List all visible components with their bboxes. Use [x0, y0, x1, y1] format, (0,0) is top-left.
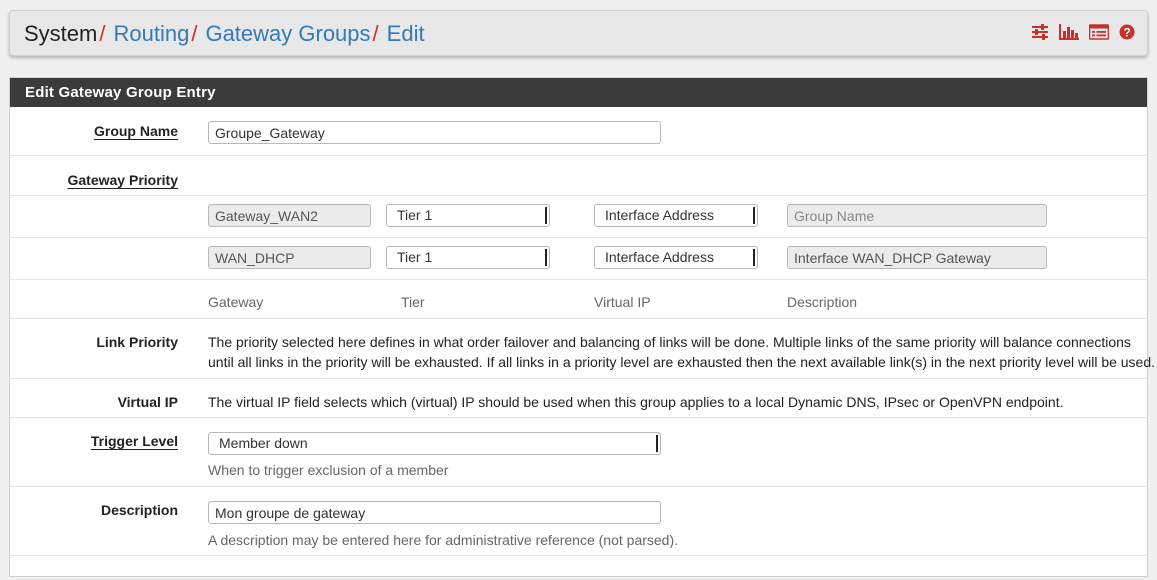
virtual-ip-select[interactable]: Interface Address: [594, 204, 758, 227]
virtual-ip-select-value: Interface Address: [605, 207, 714, 223]
link-priority-text-line1: The priority selected here defines in wh…: [208, 334, 1131, 350]
sliders-icon[interactable]: [1031, 24, 1049, 40]
trigger-level-select-value: Member down: [219, 435, 308, 451]
link-priority-row: Link Priority The priority selected here…: [10, 319, 1156, 379]
svg-text:?: ?: [1123, 26, 1130, 40]
chevron-updown-icon: [753, 249, 755, 266]
trigger-level-label: Trigger Level: [90, 433, 178, 449]
gateway-description-field: [787, 246, 1047, 269]
breadcrumb-bar: System/Routing/Gateway Groups/Edit ?: [9, 10, 1148, 56]
chevron-updown-icon: [656, 435, 658, 452]
breadcrumb-separator: /: [191, 21, 198, 46]
header-icons: ?: [1031, 24, 1135, 40]
column-header-virtual-ip: Virtual IP: [594, 294, 651, 310]
link-priority-label: Link Priority: [96, 334, 178, 350]
tier-select[interactable]: Tier 1: [386, 204, 550, 227]
tier-select[interactable]: Tier 1: [386, 246, 550, 269]
description-input[interactable]: [208, 501, 661, 524]
group-name-label: Group Name: [93, 123, 178, 139]
breadcrumb: System/Routing/Gateway Groups/Edit: [24, 21, 425, 47]
virtual-ip-text: The virtual IP field selects which (virt…: [208, 394, 1064, 410]
panel-title: Edit Gateway Group Entry: [10, 78, 1147, 107]
gateway-name-field: [208, 246, 371, 269]
trigger-level-row: Trigger Level Member down When to trigge…: [10, 418, 1147, 487]
breadcrumb-gateway-groups-link[interactable]: Gateway Groups: [205, 21, 370, 46]
virtual-ip-row: Virtual IP The virtual IP field selects …: [10, 379, 1147, 418]
column-header-gateway: Gateway: [208, 294, 264, 310]
gateway-description-field: [787, 204, 1047, 227]
breadcrumb-separator: /: [99, 21, 106, 46]
bar-chart-icon[interactable]: [1059, 24, 1079, 40]
virtual-ip-label: Virtual IP: [117, 394, 178, 410]
edit-gateway-group-panel: Edit Gateway Group Entry Group Name Gate…: [9, 77, 1156, 577]
breadcrumb-system: System: [24, 21, 98, 46]
group-name-input[interactable]: [208, 121, 661, 144]
chevron-updown-icon: [545, 249, 547, 266]
virtual-ip-select[interactable]: Interface Address: [594, 246, 758, 269]
breadcrumb-separator: /: [372, 21, 379, 46]
trigger-level-help: When to trigger exclusion of a member: [208, 462, 449, 478]
tier-select-value: Tier 1: [397, 249, 433, 265]
description-label: Description: [100, 502, 178, 518]
description-row: Description A description may be entered…: [10, 487, 1147, 556]
chevron-updown-icon: [753, 207, 755, 224]
gateway-priority-header-row: Gateway Priority: [10, 156, 1147, 196]
description-help: A description may be entered here for ad…: [208, 532, 679, 548]
virtual-ip-select-value: Interface Address: [605, 249, 714, 265]
chevron-updown-icon: [545, 207, 547, 224]
link-priority-text-line2: until all links in the priority will be …: [208, 354, 1156, 370]
column-header-description: Description: [787, 294, 858, 310]
trigger-level-select[interactable]: Member down: [208, 432, 661, 455]
tier-select-value: Tier 1: [397, 207, 433, 223]
gateway-priority-row: Tier 1 Interface Address: [10, 196, 1147, 238]
list-icon[interactable]: [1089, 24, 1109, 40]
breadcrumb-edit-link[interactable]: Edit: [387, 21, 425, 46]
breadcrumb-routing-link[interactable]: Routing: [113, 21, 189, 46]
gateway-columns-row: Gateway Tier Virtual IP Description: [10, 280, 1147, 319]
group-name-row: Group Name: [10, 107, 1147, 156]
gateway-name-field: [208, 204, 371, 227]
help-icon[interactable]: ?: [1119, 24, 1135, 40]
gateway-priority-label: Gateway Priority: [67, 172, 179, 188]
column-header-tier: Tier: [401, 294, 425, 310]
gateway-priority-row: Tier 1 Interface Address: [10, 238, 1147, 280]
